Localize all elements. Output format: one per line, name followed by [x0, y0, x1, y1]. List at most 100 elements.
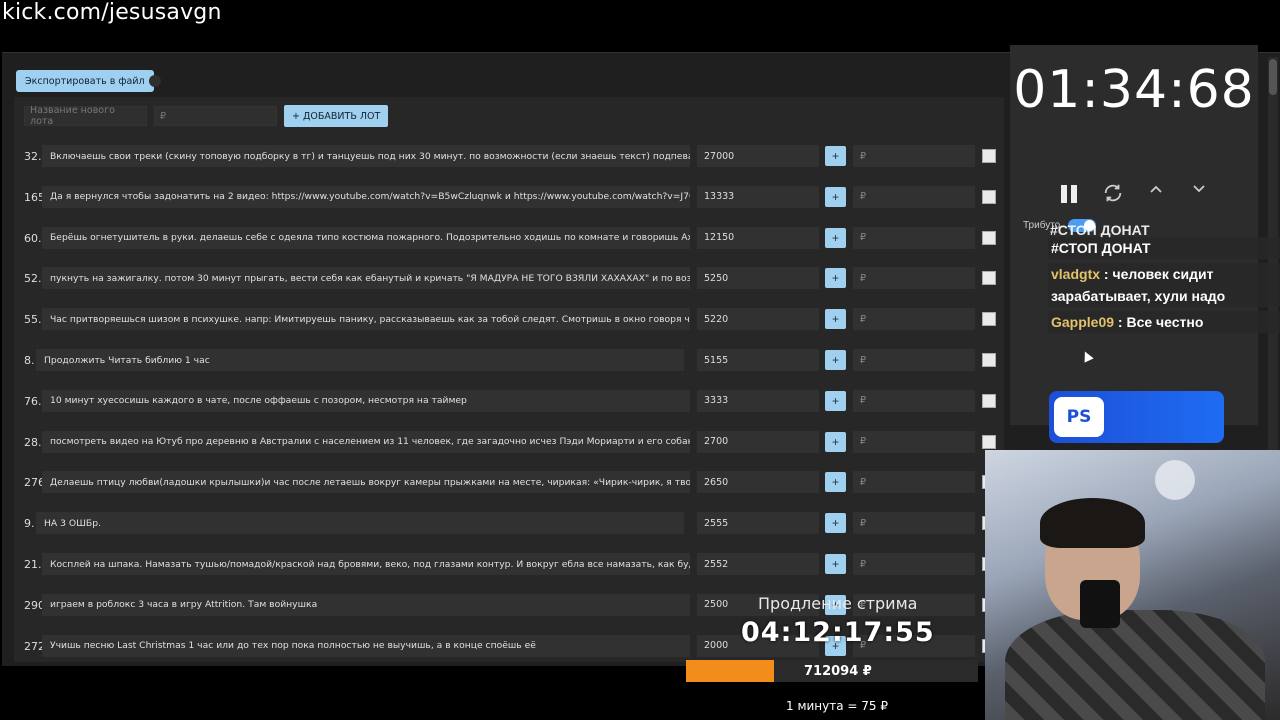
lot-add-amount-input[interactable]: ₽ — [853, 185, 975, 208]
extension-timer: 04:12:17:55 — [741, 617, 935, 648]
lot-name[interactable]: Включаешь свои треки (скину топовую подб… — [42, 145, 690, 167]
lot-name[interactable]: Косплей на шпака. Намазать тушью/помадой… — [42, 553, 690, 575]
lot-sum[interactable]: 2700 — [697, 430, 819, 453]
image-icon[interactable] — [982, 230, 996, 245]
add-amount-button[interactable]: + — [825, 472, 846, 493]
chat-message: #СТОП ДОНАТ — [1048, 237, 1280, 259]
lot-add-amount-input[interactable]: ₽ — [853, 267, 975, 290]
lot-add-amount-input[interactable]: ₽ — [853, 226, 975, 249]
lot-name[interactable]: Берёшь огнетушитель в руки. делаешь себе… — [42, 226, 690, 249]
lot-add-amount-input[interactable]: ₽ — [853, 389, 975, 412]
donation-amount: 712094 ₽ — [804, 664, 872, 679]
lot-row: 21. Косплей на шпака. Намазать тушью/пома… — [14, 549, 1004, 579]
lot-number: 21. — [24, 558, 42, 571]
lot-sum[interactable]: 2650 — [697, 471, 819, 494]
new-lot-amount-input[interactable]: ₽ — [154, 106, 277, 126]
lot-name[interactable]: 10 минут хуесосишь каждого в чате, после… — [42, 389, 690, 412]
lot-sum[interactable]: 5250 — [697, 267, 819, 290]
lot-add-amount-input[interactable]: ₽ — [853, 308, 975, 331]
new-lot-row: Название нового лота ₽ + ДОБАВИТЬ ЛОТ — [24, 105, 389, 127]
lot-row: 55. Час притворяешься шизом в психушке. н… — [14, 304, 1004, 334]
rate-label: 1 минута = 75 ₽ — [786, 699, 888, 713]
ps-banner: PS — [1049, 391, 1224, 443]
lot-name[interactable]: Делаешь птицу любви(ладошки крылышки)и ч… — [42, 471, 690, 494]
lot-row: 276. Делаешь птицу любви(ладошки крылышки… — [14, 467, 1004, 497]
lot-row: 32. Включаешь свои треки (скину топовую п… — [14, 141, 1004, 171]
image-icon[interactable] — [982, 393, 996, 408]
add-amount-button[interactable]: + — [825, 186, 846, 207]
streamer-shirt — [1005, 610, 1265, 720]
add-amount-button[interactable]: + — [825, 431, 846, 452]
lot-name[interactable]: Продолжить Читать библию 1 час — [36, 349, 684, 371]
lot-name[interactable]: пукнуть на зажигалку. потом 30 минут пры… — [42, 267, 690, 290]
lamp-light — [1155, 460, 1195, 500]
lots-list: Название нового лота ₽ + ДОБАВИТЬ ЛОТ 32… — [14, 97, 1004, 662]
lot-name[interactable]: Учишь песню Last Christmas 1 час или до … — [42, 634, 690, 657]
lot-name[interactable]: посмотреть видео на Ютуб про деревню в А… — [42, 430, 690, 453]
chat-username: vladgtx — [1051, 266, 1101, 282]
lot-row: 9. НА 3 ОШБр. 2555 + ₽ — [14, 508, 1004, 538]
lot-sum[interactable]: 2552 — [697, 553, 819, 575]
streamer-hair — [1040, 498, 1145, 548]
lot-row: 8. Продолжить Читать библию 1 час 5155 + ₽ — [14, 345, 1004, 375]
lot-sum[interactable]: 5220 — [697, 308, 819, 331]
lot-sum[interactable]: 2555 — [697, 512, 819, 535]
image-icon[interactable] — [982, 353, 996, 367]
chat-message-text: : Все честно — [1114, 314, 1204, 330]
lot-sum[interactable]: 13333 — [697, 185, 819, 208]
lot-number: 9. — [24, 517, 35, 531]
lot-add-amount-input[interactable]: ₽ — [853, 430, 975, 453]
lot-add-amount-input[interactable]: ₽ — [853, 349, 975, 371]
lot-row: 60. Берёшь огнетушитель в руки. делаешь с… — [14, 223, 1004, 253]
new-lot-name-input[interactable]: Название нового лота — [24, 105, 147, 127]
url-label: kick.com/jesusavgn — [2, 0, 222, 25]
add-amount-button[interactable]: + — [825, 554, 846, 574]
lot-sum[interactable]: 5155 — [697, 349, 819, 371]
lot-add-amount-input[interactable]: ₽ — [853, 145, 975, 167]
refresh-icon[interactable] — [1102, 182, 1124, 204]
webcam-overlay — [985, 450, 1280, 720]
auction-timer: 01:34:68 — [1013, 60, 1255, 120]
lot-add-amount-input[interactable]: ₽ — [853, 512, 975, 535]
lot-add-amount-input[interactable]: ₽ — [853, 471, 975, 494]
add-amount-button[interactable]: + — [825, 390, 846, 411]
image-icon[interactable] — [982, 189, 996, 204]
lot-row: 52. пукнуть на зажигалку. потом 30 минут … — [14, 263, 1004, 293]
lot-number: 52. — [24, 272, 42, 286]
image-icon[interactable] — [982, 149, 996, 163]
export-button[interactable]: Экспортировать в файл — [16, 70, 154, 92]
lot-sum[interactable]: 27000 — [697, 145, 819, 167]
lot-number: 32. — [24, 150, 42, 163]
lot-row: 76. 10 минут хуесосишь каждого в чате, по… — [14, 386, 1004, 416]
donation-progress-fill — [686, 660, 774, 682]
add-amount-button[interactable]: + — [825, 227, 846, 248]
lot-name[interactable]: играем в роблокс 3 часа в игру Attrition… — [42, 593, 690, 616]
lot-name[interactable]: Час притворяешься шизом в психушке. напр… — [42, 308, 690, 331]
add-amount-button[interactable]: + — [825, 350, 846, 370]
pause-icon[interactable] — [1061, 185, 1077, 203]
add-lot-button[interactable]: + ДОБАВИТЬ ЛОТ — [284, 105, 389, 127]
lot-number: 60. — [24, 231, 42, 245]
lot-number: 28. — [24, 435, 42, 449]
add-amount-button[interactable]: + — [825, 513, 846, 534]
microphone — [1080, 580, 1120, 628]
image-icon[interactable] — [982, 271, 996, 286]
lot-name[interactable]: Да я вернулся чтобы задонатить на 2 виде… — [42, 185, 690, 208]
chat-message: Gapple09 : Все честно — [1048, 311, 1280, 333]
lot-number: 55. — [24, 313, 42, 327]
chat-message: vladgtx : человек сидит зарабатывает, ху… — [1048, 263, 1280, 307]
extension-title: Продление стрима — [758, 594, 918, 613]
add-amount-button[interactable]: + — [825, 309, 846, 330]
scrollbar-thumb[interactable] — [1269, 59, 1277, 95]
lot-add-amount-input[interactable]: ₽ — [853, 553, 975, 575]
lot-name[interactable]: НА 3 ОШБр. — [36, 512, 684, 535]
chat-username: Gapple09 — [1051, 314, 1115, 330]
chevron-down-icon[interactable] — [1191, 181, 1207, 197]
image-icon[interactable] — [982, 312, 996, 327]
lot-sum[interactable]: 3333 — [697, 389, 819, 412]
chevron-up-icon[interactable] — [1148, 181, 1164, 197]
image-icon[interactable] — [982, 434, 996, 449]
add-amount-button[interactable]: + — [825, 268, 846, 289]
add-amount-button[interactable]: + — [825, 146, 846, 166]
lot-sum[interactable]: 12150 — [697, 226, 819, 249]
